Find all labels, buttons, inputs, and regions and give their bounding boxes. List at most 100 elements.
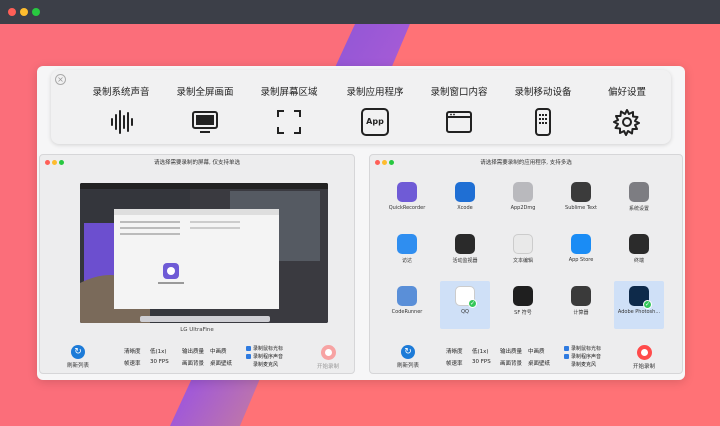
app-tile[interactable]: ✓ QQ: [440, 281, 490, 329]
record-cursor-checkbox[interactable]: 录制鼠标光标: [564, 345, 601, 352]
app-tile[interactable]: Xcode: [440, 177, 490, 225]
close-icon[interactable]: ×: [55, 74, 66, 85]
window-title: 请选择需要录制的屏幕, 仅支持单选: [154, 160, 240, 166]
refresh-list-button[interactable]: ↻ 刷新列表: [58, 345, 98, 369]
app-options-bar: ↻ 刷新列表 清晰度 低(1x) 帧速率 30 FPS 输出质量 中画质 画面背…: [370, 343, 682, 373]
quality-label: 清晰度: [124, 349, 141, 355]
quality-select[interactable]: 低(1x): [472, 347, 489, 355]
record-application-button[interactable]: 录制应用程序 App: [335, 84, 415, 136]
start-recording-button[interactable]: 开始录制: [624, 345, 664, 370]
minimize-window-button[interactable]: [20, 8, 28, 16]
record-window-button[interactable]: 录制窗口内容: [419, 84, 499, 136]
app-tile[interactable]: 计算器: [556, 281, 606, 329]
app-name-label: 活动监视器: [452, 258, 478, 264]
app-tile[interactable]: CodeRunner: [382, 281, 432, 329]
app-name-label: Xcode: [457, 205, 473, 211]
record-app-audio-checkbox[interactable]: 录制程序声音: [564, 353, 601, 360]
phone-icon: [535, 108, 551, 136]
record-icon: [636, 345, 652, 360]
start-recording-button[interactable]: 开始录制: [308, 345, 348, 370]
record-cursor-checkbox[interactable]: 录制鼠标光标: [246, 345, 283, 352]
app-tile[interactable]: 文本编辑: [498, 229, 548, 277]
refresh-list-button[interactable]: ↻ 刷新列表: [388, 345, 428, 369]
record-icon: [320, 345, 336, 360]
app-name-label: App2Dmg: [510, 205, 536, 211]
record-microphone-checkbox[interactable]: 录制麦克风: [253, 361, 278, 368]
tool-label: 录制屏幕区域: [260, 87, 318, 98]
output-quality-select[interactable]: 中画质: [210, 347, 227, 355]
app-icon: [397, 234, 417, 254]
app-icon: App: [361, 108, 389, 136]
record-label: 开始录制: [632, 364, 655, 370]
record-screen-area-button[interactable]: 录制屏幕区域: [249, 84, 329, 136]
app-icon: [571, 182, 591, 202]
record-fullscreen-button[interactable]: 录制全屏画面: [165, 84, 245, 136]
background-select[interactable]: 桌面壁纸: [528, 359, 550, 367]
app-name-label: App Store: [568, 257, 594, 263]
checkbox-label: 录制鼠标光标: [571, 346, 602, 352]
window-icon: [446, 111, 472, 133]
background-select[interactable]: 桌面壁纸: [210, 359, 232, 367]
record-mobile-device-button[interactable]: 录制移动设备: [503, 84, 583, 136]
app-icon: [629, 182, 649, 202]
app-tile[interactable]: SF 符号: [498, 281, 548, 329]
app-icon: [513, 182, 533, 202]
app-name-label: 文本编辑: [512, 258, 533, 264]
waveform-icon: [111, 110, 133, 134]
close-window-button[interactable]: [8, 8, 16, 16]
fps-select[interactable]: 30 FPS: [472, 359, 491, 365]
app-tile[interactable]: 终端: [614, 229, 664, 277]
app-name-label: 访达: [401, 258, 412, 264]
app-selection-window: 请选择需要录制的应用程序, 支持多选 QuickRecorder Xcode App…: [369, 154, 683, 374]
checkbox-label: 录制程序声音: [571, 354, 602, 360]
app-name-label: 系统设置: [628, 206, 649, 212]
background-label: 画面背景: [500, 361, 523, 367]
checkbox-label: 录制麦克风: [571, 362, 597, 368]
zoom-window-button[interactable]: [32, 8, 40, 16]
app-icon: [397, 182, 417, 202]
checkbox-checked-icon: [564, 346, 569, 351]
fps-select[interactable]: 30 FPS: [150, 359, 169, 365]
checkbox-label: 录制麦克风: [253, 362, 279, 368]
refresh-label: 刷新列表: [396, 363, 419, 369]
record-label: 开始录制: [316, 364, 339, 370]
app-icon: [455, 182, 475, 202]
record-app-audio-checkbox[interactable]: 录制程序声音: [246, 353, 283, 360]
preferences-button[interactable]: 偏好设置: [587, 84, 667, 136]
refresh-icon: ↻: [401, 345, 415, 359]
app-icon: [513, 286, 533, 306]
tool-label: 录制系统声音: [92, 87, 150, 98]
app-name-label: SF 符号: [514, 310, 532, 316]
app-icon: [513, 234, 533, 254]
record-microphone-checkbox[interactable]: 录制麦克风: [571, 361, 596, 368]
app-tile[interactable]: 系统设置: [614, 177, 664, 225]
app-tile[interactable]: 访达: [382, 229, 432, 277]
screen-options-bar: ↻ 刷新列表 清晰度 低(1x) 帧速率 30 FPS 输出质量 中画质 画面背…: [40, 343, 354, 373]
background-label: 画面背景: [182, 361, 205, 367]
app-name-label: QQ: [461, 309, 469, 315]
app-icon: ✓: [455, 286, 477, 308]
app-icon: [397, 286, 417, 306]
app-tile[interactable]: ✓ Adobe Photosh...: [614, 281, 664, 329]
app-tile[interactable]: QuickRecorder: [382, 177, 432, 225]
tool-label: 录制移动设备: [514, 87, 572, 98]
app-tile[interactable]: App Store: [556, 229, 606, 277]
selected-check-icon: ✓: [643, 300, 652, 309]
app-icon: [571, 234, 591, 254]
output-quality-select[interactable]: 中画质: [528, 347, 545, 355]
fps-label: 帧速率: [446, 361, 463, 367]
quality-select[interactable]: 低(1x): [150, 347, 167, 355]
display-name-label: LG UltraFine: [180, 327, 214, 333]
app-name-label: CodeRunner: [391, 309, 423, 315]
app-tile[interactable]: App2Dmg: [498, 177, 548, 225]
record-system-audio-button[interactable]: 录制系统声音: [81, 84, 161, 136]
app-icon: ✓: [629, 286, 652, 309]
tool-label: 录制应用程序: [346, 87, 404, 98]
app-icon: [455, 234, 475, 254]
app-tile[interactable]: Sublime Text: [556, 177, 606, 225]
screen-thumbnail[interactable]: [80, 183, 328, 323]
checkbox-checked-icon: [246, 354, 251, 359]
output-quality-label: 输出质量: [500, 349, 523, 355]
tool-label: 偏好设置: [607, 87, 646, 98]
app-tile[interactable]: 活动监视器: [440, 229, 490, 277]
